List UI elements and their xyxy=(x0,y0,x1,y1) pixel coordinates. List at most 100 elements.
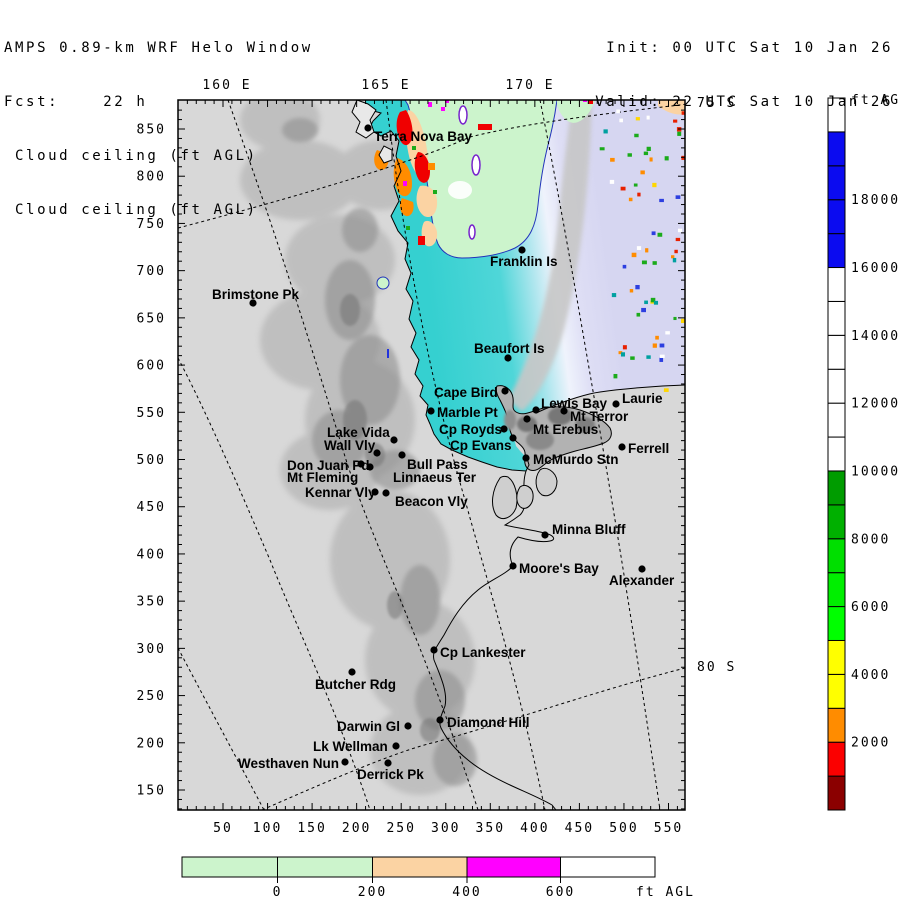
x-tick-label: 100 xyxy=(253,821,282,836)
x-tick-label: 250 xyxy=(386,821,415,836)
speckle xyxy=(665,156,669,160)
station-label: Linnaeus Ter xyxy=(393,470,477,485)
speckle xyxy=(653,261,657,265)
y-tick-label: 200 xyxy=(137,736,166,751)
bottom-colorbar-cell xyxy=(561,857,656,877)
speckle xyxy=(673,317,676,320)
colorbar-bottom: 0200400600ft AGL xyxy=(182,857,695,900)
colorbar-cell xyxy=(828,471,845,505)
station-label: Diamond Hill xyxy=(447,715,530,730)
station-dot xyxy=(384,759,391,766)
y-tick-label: 250 xyxy=(137,689,166,704)
station-dot xyxy=(390,436,397,443)
speckle xyxy=(640,170,644,174)
forecast-hour: Fcst: 22 h xyxy=(4,93,313,111)
x-tick-label: 450 xyxy=(565,821,594,836)
station-dot xyxy=(618,443,625,450)
valid-time: Valid: 22 UTC Sat 10 Jan 26 xyxy=(595,93,893,111)
speckle xyxy=(660,355,665,358)
station-dot xyxy=(392,742,399,749)
station-label: Minna Bluff xyxy=(552,522,626,537)
speckle xyxy=(610,158,615,162)
init-time: Init: 00 UTC Sat 10 Jan 26 xyxy=(595,39,893,57)
bottom-colorbar-unit-label: ft AGL xyxy=(636,885,695,900)
colorbar-cell xyxy=(828,369,845,403)
station-label: Alexander xyxy=(609,573,675,588)
station-label: Beaufort Is xyxy=(474,341,545,356)
speckle xyxy=(665,331,670,334)
bottom-colorbar-label: 400 xyxy=(452,885,481,900)
speckle xyxy=(644,301,648,305)
speckle xyxy=(673,258,676,262)
station-label: Moore's Bay xyxy=(519,561,599,576)
field-name-2: Cloud ceiling (ft AGL) xyxy=(4,201,313,219)
colorbar-cell xyxy=(828,200,845,234)
y-tick-label: 350 xyxy=(137,595,166,610)
x-tick-label: 200 xyxy=(342,821,371,836)
station-dot xyxy=(523,415,530,422)
x-tick-label: 350 xyxy=(476,821,505,836)
station-dot xyxy=(364,124,371,131)
station-label: McMurdo Stn xyxy=(533,452,619,467)
speckle xyxy=(653,343,657,347)
station-label: Cp Lankester xyxy=(440,645,526,660)
station-dot xyxy=(638,565,645,572)
longitude-label: 165 E xyxy=(361,78,410,93)
speckle xyxy=(637,193,640,197)
longitude-label: 170 E xyxy=(505,78,554,93)
station-label: Lk Wellman xyxy=(313,739,388,754)
station-label: Kennar Vly xyxy=(305,485,376,500)
y-tick-label: 700 xyxy=(137,264,166,279)
colorbar-value-label: 10000 xyxy=(851,464,900,479)
station-dot xyxy=(398,451,405,458)
station-label: Cape Bird xyxy=(434,385,498,400)
station-label: Terra Nova Bay xyxy=(374,129,473,144)
white-patch xyxy=(448,181,472,199)
speckle xyxy=(658,233,663,237)
speckle xyxy=(614,374,618,378)
y-tick-label: 300 xyxy=(137,642,166,657)
amps-forecast-page: AMPS 0.89-km WRF Helo Window Fcst: 22 h … xyxy=(0,0,900,900)
colorbar-cell xyxy=(828,573,845,607)
station-dot xyxy=(404,722,411,729)
speckle xyxy=(632,253,637,257)
station-label: Butcher Rdg xyxy=(315,677,396,692)
bottom-colorbar-cell xyxy=(182,857,278,877)
speckle xyxy=(641,308,646,312)
speckle xyxy=(628,153,632,156)
station-label: Darwin Gl xyxy=(337,719,400,734)
station-label: Cp Evans xyxy=(450,438,512,453)
speckle xyxy=(621,187,626,191)
latitude-label: 80 S xyxy=(697,660,736,675)
y-tick-label: 650 xyxy=(137,311,166,326)
bottom-colorbar-label: 200 xyxy=(358,885,387,900)
colorbar-value-label: 18000 xyxy=(851,193,900,208)
colorbar-value-label: 6000 xyxy=(851,600,890,615)
speckle xyxy=(600,147,605,150)
y-tick-label: 150 xyxy=(137,784,166,799)
x-tick-label: 300 xyxy=(431,821,460,836)
colorbar-cell xyxy=(828,335,845,369)
station-label: Laurie xyxy=(622,391,663,406)
station-label: Mt Fleming xyxy=(287,470,358,485)
coast-green-blob xyxy=(377,277,389,289)
speckle xyxy=(676,195,681,199)
station-label: Wall Vly xyxy=(324,438,376,453)
station-label: Cp Royds xyxy=(439,422,502,437)
station-dot xyxy=(427,407,434,414)
speckle xyxy=(630,289,633,292)
speckle xyxy=(664,388,669,392)
station-dot xyxy=(560,407,567,414)
station-dot xyxy=(522,454,529,461)
speckle xyxy=(655,336,659,340)
bottom-colorbar-label: 600 xyxy=(546,885,575,900)
x-tick-label: 500 xyxy=(609,821,638,836)
station-label: Derrick Pk xyxy=(357,767,424,782)
station-dot xyxy=(501,387,508,394)
bottom-colorbar-cell xyxy=(467,857,561,877)
colorbar-cell xyxy=(828,268,845,302)
speckle xyxy=(612,293,616,297)
field-name-1: Cloud ceiling (ft AGL) xyxy=(4,147,313,165)
station-label: Ferrell xyxy=(628,441,669,456)
speckle xyxy=(674,250,677,253)
